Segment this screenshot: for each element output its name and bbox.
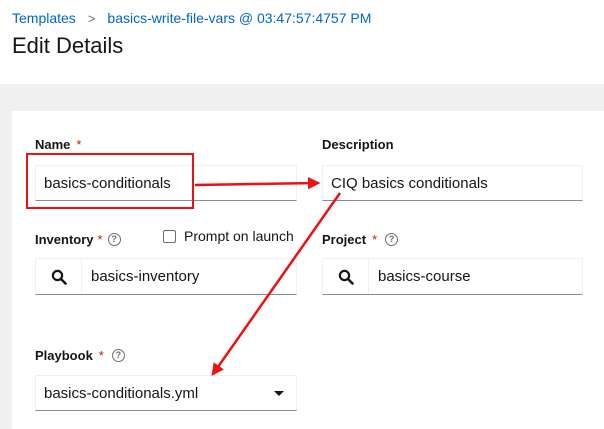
breadcrumb-templates-link[interactable]: Templates xyxy=(12,10,76,26)
name-required-asterisk: * xyxy=(76,137,82,152)
project-search-button[interactable] xyxy=(323,259,369,294)
breadcrumb-current-link[interactable]: basics-write-file-vars @ 03:47:57:4757 P… xyxy=(107,10,371,26)
inventory-help-icon[interactable]: ? xyxy=(107,233,121,246)
inventory-lookup: basics-inventory xyxy=(35,258,297,295)
name-label: Name * xyxy=(35,137,81,152)
prompt-on-launch-row: Prompt on launch xyxy=(163,228,294,244)
description-label-text: Description xyxy=(322,137,394,152)
project-required-asterisk: * xyxy=(372,232,378,247)
project-lookup: basics-course xyxy=(322,258,583,295)
playbook-help-icon[interactable]: ? xyxy=(111,349,125,362)
playbook-selected-value: basics-conditionals.yml xyxy=(44,384,199,402)
inventory-label-text: Inventory xyxy=(35,232,94,247)
annotation-highlight-box xyxy=(26,153,194,209)
search-icon xyxy=(51,269,67,285)
project-help-icon[interactable]: ? xyxy=(385,233,399,246)
inventory-value[interactable]: basics-inventory xyxy=(82,259,296,294)
prompt-on-launch-checkbox[interactable] xyxy=(163,229,176,243)
breadcrumb-separator: > xyxy=(87,10,96,26)
project-value[interactable]: basics-course xyxy=(369,259,582,294)
search-icon xyxy=(338,269,354,285)
page-header: Templates > basics-write-file-vars @ 03:… xyxy=(0,0,604,84)
prompt-on-launch-label: Prompt on launch xyxy=(184,228,294,244)
playbook-select[interactable]: basics-conditionals.yml xyxy=(35,375,297,411)
description-label: Description xyxy=(322,137,394,152)
playbook-label: Playbook * ? xyxy=(35,348,125,363)
inventory-search-button[interactable] xyxy=(36,259,82,294)
inventory-required-asterisk: * xyxy=(97,232,103,247)
page-title: Edit Details xyxy=(12,33,124,58)
description-input[interactable]: CIQ basics conditionals xyxy=(322,165,583,201)
breadcrumb: Templates > basics-write-file-vars @ 03:… xyxy=(12,10,371,26)
project-label: Project * ? xyxy=(322,232,399,247)
playbook-required-asterisk: * xyxy=(98,348,104,363)
caret-down-icon xyxy=(274,390,284,396)
playbook-label-text: Playbook xyxy=(35,348,93,363)
inventory-label: Inventory * ? xyxy=(35,232,121,247)
name-label-text: Name xyxy=(35,137,71,152)
project-label-text: Project xyxy=(322,232,367,247)
